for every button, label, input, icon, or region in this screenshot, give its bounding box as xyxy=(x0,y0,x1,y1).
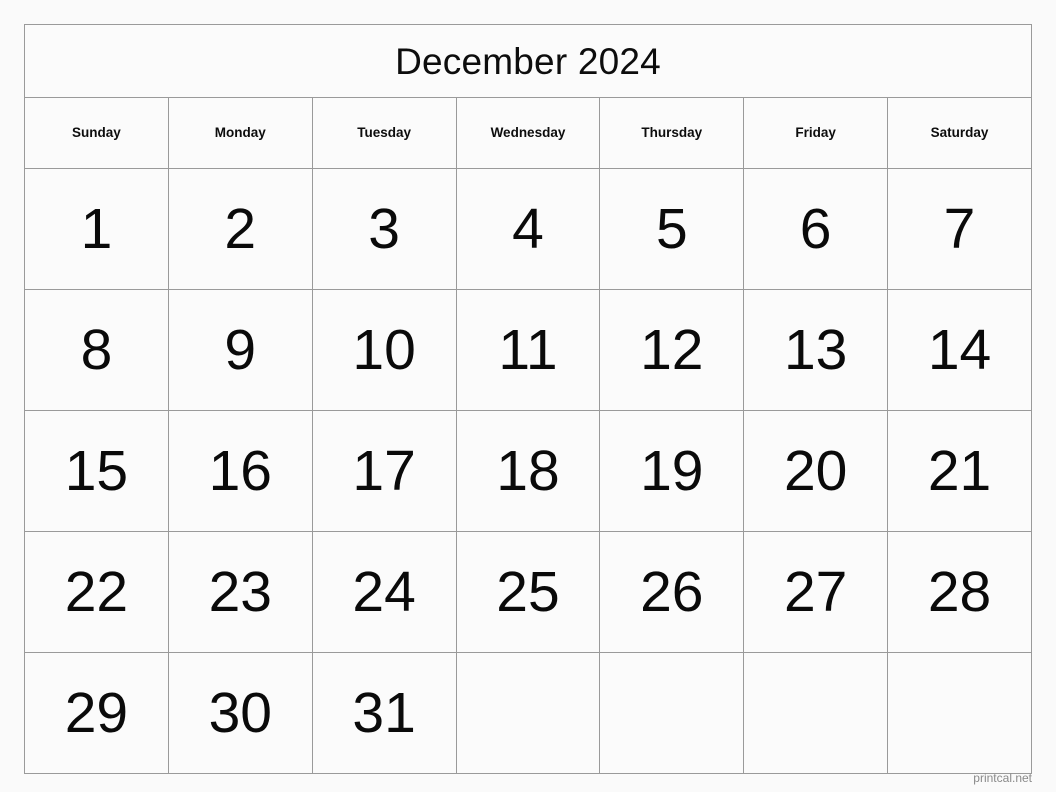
day-cell[interactable]: 6 xyxy=(743,168,889,290)
day-number: 24 xyxy=(352,559,416,624)
day-cell[interactable]: 10 xyxy=(311,289,457,411)
day-number: 23 xyxy=(208,559,272,624)
day-cell-empty[interactable] xyxy=(599,652,745,774)
day-cell[interactable]: 31 xyxy=(311,652,457,774)
day-cell[interactable]: 27 xyxy=(743,531,889,653)
calendar-title: December 2024 xyxy=(24,24,1032,98)
footer-attribution: printcal.net xyxy=(973,771,1032,785)
day-cell[interactable]: 14 xyxy=(887,289,1032,411)
day-number: 26 xyxy=(640,559,704,624)
day-cell[interactable]: 18 xyxy=(455,410,601,532)
day-cell-empty[interactable] xyxy=(455,652,601,774)
day-cell[interactable]: 7 xyxy=(887,168,1032,290)
day-number: 10 xyxy=(352,317,416,382)
day-cell[interactable]: 17 xyxy=(311,410,457,532)
day-number: 3 xyxy=(368,196,400,261)
day-number: 21 xyxy=(927,438,992,503)
day-number: 13 xyxy=(783,317,848,382)
weekday-header-thursday: Thursday xyxy=(599,97,745,169)
day-cell[interactable]: 5 xyxy=(599,168,745,290)
day-cell[interactable]: 25 xyxy=(455,531,601,653)
day-cell[interactable]: 2 xyxy=(167,168,313,290)
day-number: 18 xyxy=(496,438,560,503)
day-cell-empty[interactable] xyxy=(743,652,889,774)
day-number: 27 xyxy=(783,559,848,624)
day-number: 2 xyxy=(224,196,257,261)
weekday-header-friday: Friday xyxy=(743,97,889,169)
day-number: 28 xyxy=(927,559,992,624)
day-cell[interactable]: 26 xyxy=(599,531,745,653)
day-cell[interactable]: 19 xyxy=(599,410,745,532)
calendar-table: December 2024 Sunday Monday Tuesday Wedn… xyxy=(24,24,1032,774)
day-cell[interactable]: 22 xyxy=(24,531,169,653)
day-number: 5 xyxy=(655,196,688,261)
day-cell[interactable]: 1 xyxy=(24,168,169,290)
day-number: 8 xyxy=(80,317,113,382)
day-cell[interactable]: 29 xyxy=(24,652,169,774)
day-number: 4 xyxy=(512,196,544,261)
day-number: 20 xyxy=(783,438,848,503)
day-number: 30 xyxy=(208,680,272,745)
day-cell-empty[interactable] xyxy=(887,652,1032,774)
weekday-header-row: Sunday Monday Tuesday Wednesday Thursday… xyxy=(24,97,1032,169)
calendar-week-row: 8 9 10 11 12 13 14 xyxy=(24,289,1032,411)
day-cell[interactable]: 4 xyxy=(455,168,601,290)
weekday-header-saturday: Saturday xyxy=(887,97,1032,169)
day-number: 15 xyxy=(64,438,129,503)
day-cell[interactable]: 3 xyxy=(311,168,457,290)
calendar-title-row: December 2024 xyxy=(24,24,1032,98)
day-number: 1 xyxy=(80,196,113,261)
day-number: 11 xyxy=(498,317,558,382)
calendar-week-row: 29 30 31 xyxy=(24,652,1032,774)
day-number: 16 xyxy=(208,438,272,503)
day-cell[interactable]: 13 xyxy=(743,289,889,411)
day-cell[interactable]: 24 xyxy=(311,531,457,653)
day-number: 14 xyxy=(927,317,992,382)
day-number: 31 xyxy=(352,680,416,745)
day-cell[interactable]: 8 xyxy=(24,289,169,411)
calendar-week-row: 15 16 17 18 19 20 21 xyxy=(24,410,1032,532)
day-number: 19 xyxy=(640,438,704,503)
day-cell[interactable]: 9 xyxy=(167,289,313,411)
weekday-header-tuesday: Tuesday xyxy=(311,97,457,169)
day-cell[interactable]: 23 xyxy=(167,531,313,653)
weekday-header-monday: Monday xyxy=(167,97,313,169)
day-cell[interactable]: 28 xyxy=(887,531,1032,653)
weekday-header-wednesday: Wednesday xyxy=(455,97,601,169)
day-cell[interactable]: 16 xyxy=(167,410,313,532)
day-cell[interactable]: 21 xyxy=(887,410,1032,532)
calendar-week-row: 1 2 3 4 5 6 7 xyxy=(24,168,1032,290)
day-cell[interactable]: 20 xyxy=(743,410,889,532)
day-number: 12 xyxy=(640,317,704,382)
weekday-header-sunday: Sunday xyxy=(24,97,169,169)
day-cell[interactable]: 15 xyxy=(24,410,169,532)
day-number: 6 xyxy=(799,196,832,261)
day-number: 7 xyxy=(943,196,976,261)
day-number: 22 xyxy=(64,559,129,624)
day-number: 25 xyxy=(496,559,560,624)
day-number: 29 xyxy=(64,680,129,745)
day-cell[interactable]: 30 xyxy=(167,652,313,774)
day-number: 9 xyxy=(224,317,257,382)
calendar-week-row: 22 23 24 25 26 27 28 xyxy=(24,531,1032,653)
day-number: 17 xyxy=(352,438,416,503)
day-cell[interactable]: 11 xyxy=(455,289,601,411)
calendar-page: December 2024 Sunday Monday Tuesday Wedn… xyxy=(0,0,1056,792)
day-cell[interactable]: 12 xyxy=(599,289,745,411)
